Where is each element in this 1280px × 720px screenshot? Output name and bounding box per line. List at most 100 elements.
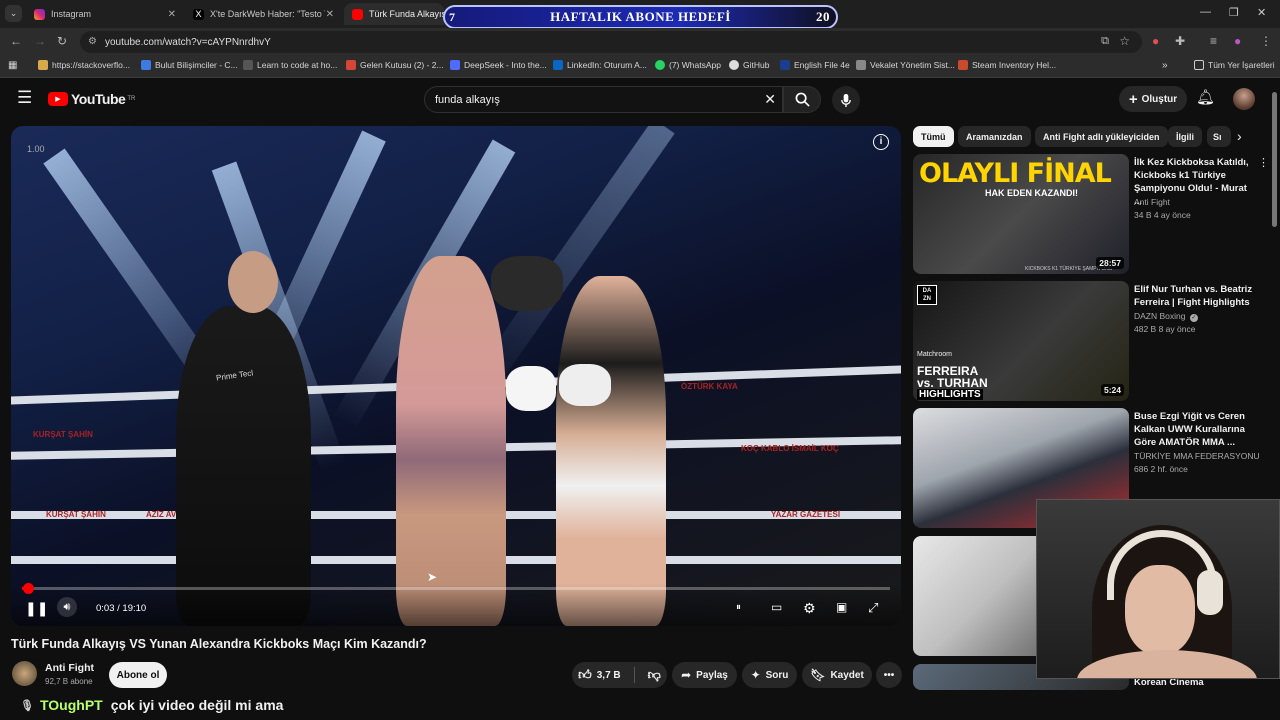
- address-bar[interactable]: ⚙ youtube.com/watch?v=cAYPNnrdhvY ⧉ ☆: [80, 31, 1142, 53]
- more-bookmarks-icon[interactable]: »: [1162, 60, 1168, 71]
- divider: [633, 667, 635, 683]
- save-button[interactable]: 🔖︎ Kaydet: [802, 662, 872, 688]
- bookmark-item[interactable]: Bulut Bilişimciler - C...: [141, 60, 238, 70]
- search-input[interactable]: funda alkayış ✕: [424, 86, 783, 113]
- thumbnail-subline: vs. TURHAN: [917, 376, 988, 390]
- voice-search-button[interactable]: [832, 86, 860, 114]
- bookmark-favicon: [958, 60, 968, 70]
- fullscreen-button[interactable]: ⤢: [868, 600, 878, 616]
- plus-icon: +: [1128, 90, 1138, 108]
- notifications-bell-icon[interactable]: 🔔︎: [1196, 88, 1215, 106]
- bookmark-item[interactable]: https://stackoverflo...: [38, 60, 130, 70]
- like-button[interactable]: 👍︎ 3,7 B: [578, 667, 621, 683]
- restore-icon[interactable]: ❐: [1229, 6, 1239, 19]
- back-icon[interactable]: ←: [10, 34, 22, 48]
- search-icon: [795, 92, 810, 107]
- profile-icon[interactable]: ●: [1234, 34, 1241, 48]
- more-vert-icon[interactable]: ⋮: [1258, 156, 1269, 169]
- thumbs-down-icon[interactable]: 👎︎: [648, 667, 661, 683]
- info-icon[interactable]: i: [873, 134, 889, 150]
- playback-speed-badge: 1.00: [27, 144, 45, 154]
- gmail-icon: [346, 60, 356, 70]
- extension-icon[interactable]: ●: [1152, 34, 1159, 48]
- bookmark-item[interactable]: Gelen Kutusu (2) - 2...: [346, 60, 444, 70]
- more-actions-button[interactable]: •••: [876, 662, 902, 688]
- boxing-glove: [559, 364, 611, 406]
- referee-head: [228, 251, 278, 313]
- recommendation-channel[interactable]: TÜRKİYE MMA FEDERASYONU: [1134, 451, 1260, 461]
- bookmark-item[interactable]: English File 4e: [780, 60, 850, 70]
- channel-name[interactable]: Anti Fight: [45, 662, 94, 674]
- autoplay-toggle[interactable]: ⏸︎: [736, 602, 741, 613]
- microphone-icon: [841, 93, 851, 107]
- video-thumbnail[interactable]: DA ZN Matchroom FERREIRA vs. TURHAN HIGH…: [913, 281, 1129, 401]
- progress-scrubber[interactable]: [22, 583, 34, 594]
- recommendation-channel[interactable]: Anti Fight: [1134, 197, 1170, 207]
- reload-icon[interactable]: ↻: [57, 34, 67, 48]
- puzzle-icon[interactable]: ✚: [1175, 34, 1185, 48]
- search-button[interactable]: [783, 86, 821, 113]
- video-player[interactable]: KURŞAT ŞAHİN KURŞAT ŞAHİN AZİZ AVCI YAZA…: [11, 126, 901, 626]
- tab-search-icon[interactable]: ⌄: [5, 5, 22, 22]
- minimize-icon[interactable]: —: [1200, 6, 1211, 18]
- volume-button[interactable]: 🔊︎: [57, 597, 77, 617]
- tab-label: Türk Funda Alkayış VS: [369, 9, 444, 19]
- chip-all[interactable]: Tümü: [913, 126, 954, 147]
- youtube-logo[interactable]: ▶ YouTube TR: [48, 91, 135, 107]
- recommendation-channel[interactable]: DAZN Boxing ✓: [1134, 311, 1198, 322]
- bookmark-item[interactable]: Vekalet Yönetim Sist...: [856, 60, 955, 70]
- tab-instagram[interactable]: Instagram ✕: [26, 3, 182, 25]
- bookmark-item[interactable]: Learn to code at ho...: [243, 60, 337, 70]
- channel-avatar[interactable]: [12, 661, 37, 686]
- forward-icon[interactable]: →: [34, 34, 46, 48]
- bookmark-item[interactable]: GitHub: [729, 60, 769, 70]
- recommendation-title[interactable]: Buse Ezgi Yiğit vs Ceren Kalkan UWW Kura…: [1134, 410, 1256, 449]
- thumbnail-subline: HAK EDEN KAZANDI!: [985, 188, 1078, 198]
- chip-related[interactable]: İlgili: [1168, 126, 1202, 147]
- thumbnail-headline: OLAYLI FİNAL: [919, 158, 1112, 189]
- settings-gear-icon[interactable]: ⚙: [803, 600, 816, 617]
- pause-button[interactable]: ❚❚: [25, 600, 48, 617]
- chip-from-uploader[interactable]: Anti Fight adlı yükleyiciden: [1035, 126, 1168, 147]
- progress-bar[interactable]: [22, 583, 890, 594]
- search-query: funda alkayış: [435, 93, 500, 106]
- install-icon[interactable]: ⧉: [1101, 35, 1109, 48]
- bookmark-favicon: [856, 60, 866, 70]
- apps-icon[interactable]: ▦: [8, 60, 17, 71]
- bookmark-item[interactable]: LinkedIn: Oturum A...: [553, 60, 647, 70]
- all-bookmarks[interactable]: Tüm Yer İşaretleri: [1194, 60, 1275, 70]
- tab-x[interactable]: X X'te DarkWeb Haber: "Testo Taylan..." …: [185, 3, 340, 25]
- avatar[interactable]: [1233, 88, 1255, 110]
- tab-youtube[interactable]: Türk Funda Alkayış VS: [344, 3, 444, 25]
- share-button[interactable]: ➦ Paylaş: [672, 662, 737, 688]
- recommendation-item[interactable]: OLAYLI FİNAL HAK EDEN KAZANDI! KICKBOKS …: [913, 154, 1273, 274]
- video-thumbnail[interactable]: OLAYLI FİNAL HAK EDEN KAZANDI! KICKBOKS …: [913, 154, 1129, 274]
- ring-sponsor-text: YAZAR GAZETESİ: [771, 510, 841, 519]
- recommendation-title[interactable]: Elif Nur Turhan vs. Beatriz Ferreira | F…: [1134, 283, 1256, 309]
- bookmark-item[interactable]: DeepSeek - Into the...: [450, 60, 547, 70]
- page-scrollbar[interactable]: [1272, 92, 1277, 227]
- star-icon[interactable]: ☆: [1119, 34, 1130, 48]
- chip-from-search[interactable]: Aramanızdan: [958, 126, 1031, 147]
- create-button[interactable]: + Oluştur: [1119, 86, 1187, 112]
- window-close-icon[interactable]: ✕: [1257, 6, 1266, 19]
- theater-mode-button[interactable]: ▣: [836, 600, 847, 614]
- site-info-icon[interactable]: ⚙: [88, 36, 97, 47]
- close-icon[interactable]: ✕: [326, 9, 334, 20]
- subtitles-button[interactable]: ▭: [771, 600, 782, 614]
- clear-search-icon[interactable]: ✕: [764, 91, 776, 108]
- menu-icon[interactable]: ⋮: [1260, 34, 1272, 48]
- ask-button[interactable]: ✦ Soru: [742, 662, 797, 688]
- hamburger-menu-icon[interactable]: ☰: [17, 88, 32, 108]
- subscribe-button[interactable]: Abone ol: [109, 662, 167, 688]
- chevron-right-icon[interactable]: ›: [1237, 128, 1242, 144]
- bookmark-item[interactable]: (7) WhatsApp: [655, 60, 721, 70]
- chip-more[interactable]: Sı: [1207, 126, 1231, 147]
- media-icon[interactable]: ≡: [1210, 34, 1217, 48]
- close-icon[interactable]: ✕: [168, 9, 176, 20]
- bookmarks-bar: ▦ https://stackoverflo... Bulut Bilişimc…: [0, 56, 1280, 78]
- recommendation-item[interactable]: DA ZN Matchroom FERREIRA vs. TURHAN HIGH…: [913, 281, 1273, 401]
- youtube-logo-text: YouTube: [71, 91, 126, 107]
- x-logo-icon: X: [193, 8, 204, 20]
- bookmark-item[interactable]: Steam Inventory Hel...: [958, 60, 1056, 70]
